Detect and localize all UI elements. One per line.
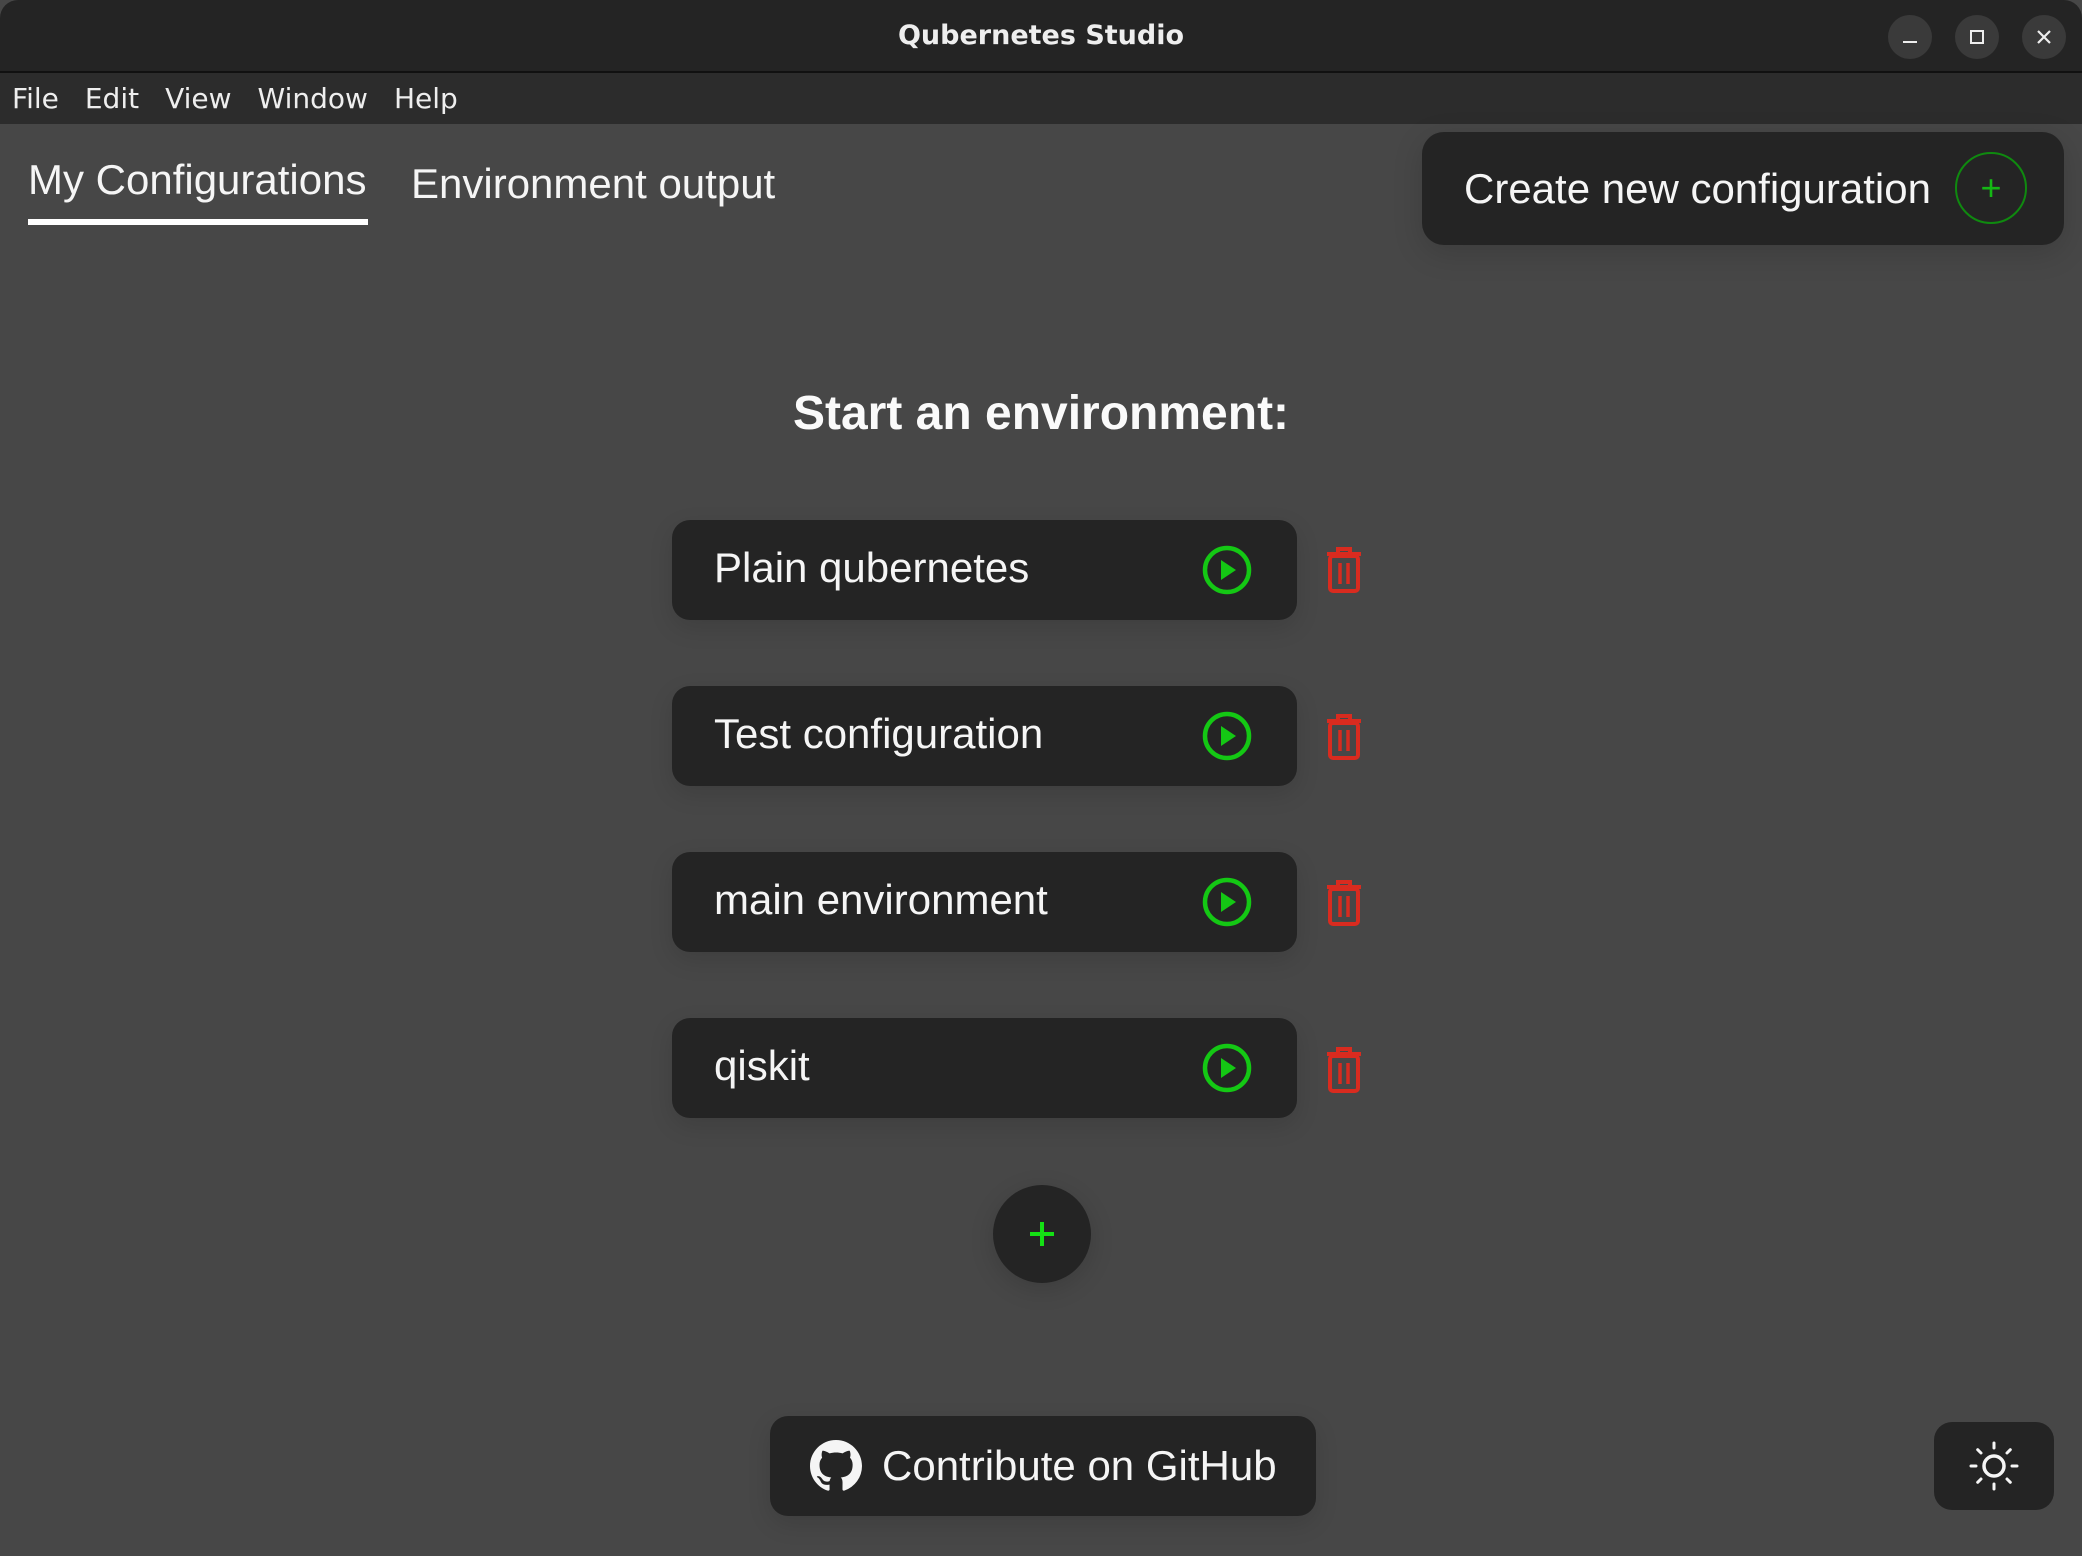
tab-environment-output[interactable]: Environment output xyxy=(411,160,775,208)
contribute-github-label: Contribute on GitHub xyxy=(882,1442,1277,1489)
configuration-name: qiskit xyxy=(714,1042,810,1089)
window-title: Qubernetes Studio xyxy=(897,20,1185,51)
minimize-icon xyxy=(1903,41,1917,43)
configuration-card: main environment xyxy=(672,852,1297,952)
trash-icon[interactable] xyxy=(1323,879,1365,927)
contribute-github-button[interactable]: Contribute on GitHub xyxy=(770,1416,1316,1516)
theme-toggle-button[interactable] xyxy=(1934,1422,2054,1510)
menu-bar: File Edit View Window Help xyxy=(0,73,2082,124)
configuration-card: Test configuration xyxy=(672,686,1297,786)
play-icon[interactable] xyxy=(1201,876,1253,928)
plus-circle-icon: + xyxy=(1955,152,2027,224)
page-heading: Start an environment: xyxy=(792,387,1290,440)
active-tab-indicator xyxy=(28,219,368,225)
configuration-name: Test configuration xyxy=(714,710,1044,757)
configuration-card: qiskit xyxy=(672,1018,1297,1118)
trash-icon[interactable] xyxy=(1323,1046,1365,1094)
configuration-card: Plain qubernetes xyxy=(672,520,1297,620)
create-configuration-button[interactable]: Create new configuration + xyxy=(1422,132,2064,245)
title-bar: Qubernetes Studio xyxy=(0,0,2082,73)
github-icon xyxy=(810,1440,862,1491)
close-button[interactable] xyxy=(2022,15,2066,59)
trash-icon[interactable] xyxy=(1323,713,1365,761)
menu-help[interactable]: Help xyxy=(394,82,458,115)
plus-icon xyxy=(1030,1222,1054,1246)
menu-view[interactable]: View xyxy=(165,82,231,115)
configuration-name: Plain qubernetes xyxy=(714,544,1030,591)
sun-icon xyxy=(1969,1441,2019,1491)
menu-edit[interactable]: Edit xyxy=(85,82,139,115)
add-configuration-button[interactable] xyxy=(993,1185,1091,1283)
play-icon[interactable] xyxy=(1201,1042,1253,1094)
tab-my-configurations[interactable]: My Configurations xyxy=(28,156,366,204)
maximize-button[interactable] xyxy=(1955,15,1999,59)
maximize-icon xyxy=(1970,30,1984,44)
minimize-button[interactable] xyxy=(1888,15,1932,59)
trash-icon[interactable] xyxy=(1323,546,1365,594)
create-configuration-label: Create new configuration xyxy=(1464,164,1931,212)
menu-file[interactable]: File xyxy=(12,82,59,115)
configuration-name: main environment xyxy=(714,876,1048,923)
play-icon[interactable] xyxy=(1201,710,1253,762)
menu-window[interactable]: Window xyxy=(258,82,368,115)
close-icon xyxy=(2037,30,2051,44)
play-icon[interactable] xyxy=(1201,544,1253,596)
